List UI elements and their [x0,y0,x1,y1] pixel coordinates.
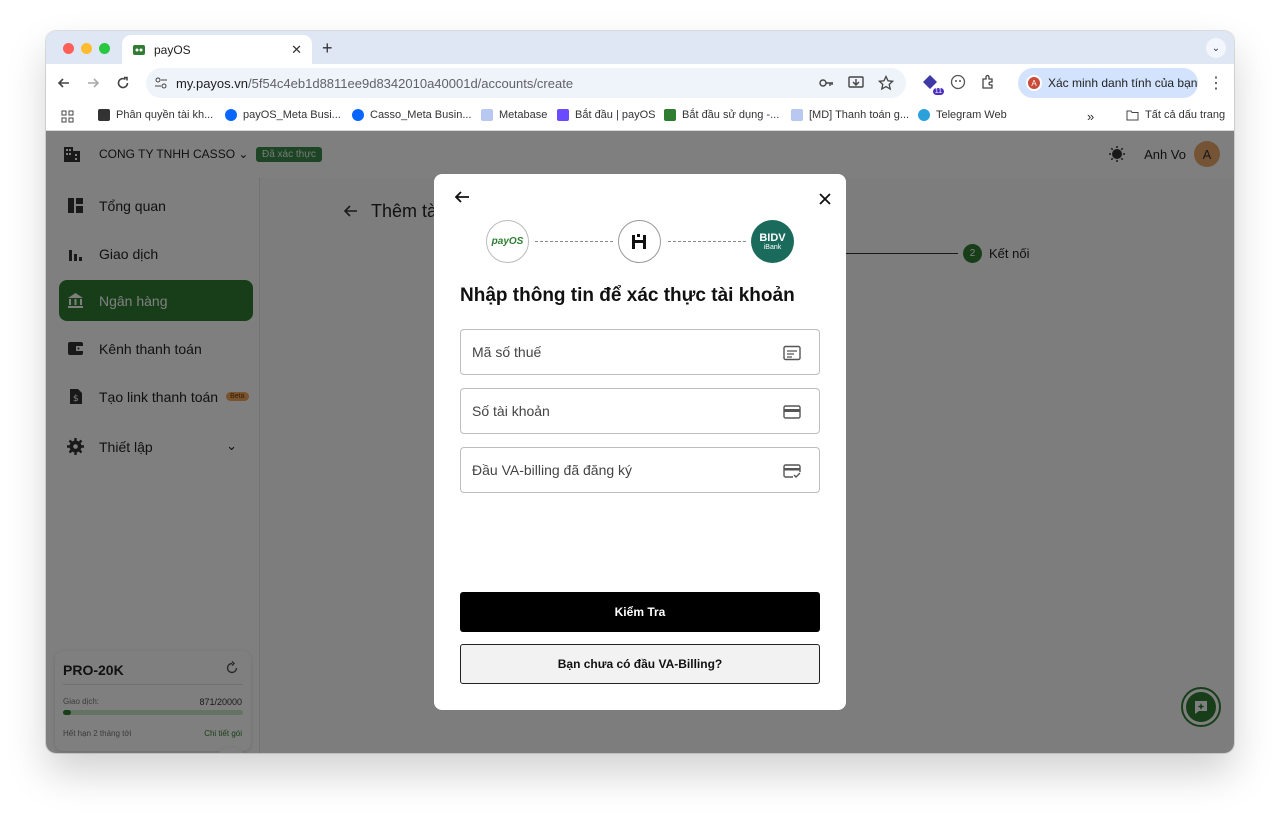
meta-icon [225,109,237,121]
profile-label: Xác minh danh tính của bạn [1048,76,1198,90]
password-key-icon[interactable] [818,75,834,91]
credit-card-icon [783,405,801,419]
all-bookmarks-folder[interactable]: Tất cả dấu trang [1126,109,1225,121]
card-check-icon [783,464,801,478]
purple-square-icon [557,109,569,121]
apps-grid-icon[interactable] [61,110,74,123]
va-billing-placeholder: Đầu VA-billing đã đăng ký [472,462,633,478]
telegram-icon [918,109,930,121]
more-bookmarks-icon[interactable]: » [1087,109,1094,124]
payos-favicon-icon [133,44,145,55]
document-icon [783,345,801,361]
address-bar[interactable]: my.payos.vn/5f54c4eb1d8811ee9d8342010a40… [146,68,906,98]
bookmark-item[interactable]: Bắt đầu sử dụng -... [664,109,779,121]
bookmark-item[interactable]: Telegram Web [918,109,1007,121]
tab-title: payOS [154,42,191,57]
extension-badge: 11 [932,88,944,95]
mail-icon [791,109,803,121]
folder-icon [1126,110,1139,120]
dialog-title: Nhập thông tin để xác thực tài khoản [460,285,795,306]
bookmarks-bar: Phân quyền tài kh... payOS_Meta Busi... … [46,102,1234,131]
connector-line [668,241,746,242]
minimize-window-button[interactable] [81,43,92,54]
intermediary-logo [618,220,661,263]
bookmark-item[interactable]: Casso_Meta Busin... [352,109,472,121]
payos-icon [664,109,676,121]
back-arrow-icon[interactable] [54,73,74,93]
url-text: my.payos.vn/5f54c4eb1d8811ee9d8342010a40… [176,76,573,91]
browser-toolbar: my.payos.vn/5f54c4eb1d8811ee9d8342010a40… [46,64,1234,102]
tab-payos[interactable]: payOS ✕ [122,35,312,64]
url-host: my.payos.vn [176,75,249,91]
bookmark-item[interactable]: Phân quyền tài kh... [98,109,213,121]
payos-logo: payOS [486,220,529,263]
verify-account-dialog: payOS BIDV iBank Nhập thông tin để xác t… [434,174,846,710]
browser-window: payOS ✕ + ⌄ my.payos.vn/5f54c4eb1d8811ee… [46,31,1234,753]
bookmark-item[interactable]: [MD] Thanh toán g... [791,109,909,121]
bidv-logo-text: BIDV [759,231,786,244]
reload-icon[interactable] [113,73,133,93]
close-tab-icon[interactable]: ✕ [291,42,302,58]
install-app-icon[interactable] [848,75,864,91]
browser-menu-icon[interactable]: ⋮ [1208,73,1224,93]
close-window-button[interactable] [63,43,74,54]
tab-strip: payOS ✕ + ⌄ [46,31,1234,64]
profile-avatar-icon: A [1026,75,1042,91]
check-button[interactable]: Kiểm Tra [460,592,820,632]
tax-code-placeholder: Mã số thuế [472,344,542,360]
extension-face-icon[interactable] [948,72,968,92]
tab-search-button[interactable]: ⌄ [1206,38,1226,58]
bidv-logo: BIDV iBank [751,220,794,263]
metabase-icon [481,109,493,121]
meta-icon [352,109,364,121]
app-root: CONG TY TNHH CASSO ⌄ Đã xác thực Anh Vo … [46,131,1234,753]
no-va-billing-button[interactable]: Bạn chưa có đầu VA-Billing? [460,644,820,684]
site-settings-icon[interactable] [154,76,168,90]
bidv-logo-subtext: iBank [763,243,782,251]
va-billing-field[interactable]: Đầu VA-billing đã đăng ký [460,447,820,493]
account-number-placeholder: Số tài khoản [472,403,550,419]
extensions-puzzle-icon[interactable] [978,72,998,92]
bookmark-item[interactable]: Metabase [481,109,547,121]
bookmark-item[interactable]: Bắt đầu | payOS [557,109,656,121]
layers-icon [98,109,110,121]
bookmark-item[interactable]: payOS_Meta Busi... [225,109,341,121]
maximize-window-button[interactable] [99,43,110,54]
profile-button[interactable]: A Xác minh danh tính của bạn [1018,68,1198,98]
forward-arrow-icon[interactable] [83,73,103,93]
url-path: /5f54c4eb1d8811ee9d8342010a40001d/accoun… [248,75,574,91]
h-letter-icon [631,233,646,249]
tax-code-field[interactable]: Mã số thuế [460,329,820,375]
account-number-field[interactable]: Số tài khoản [460,388,820,434]
bookmark-star-icon[interactable] [878,75,894,91]
close-icon[interactable] [818,186,832,212]
extension-icon[interactable]: 11 [920,72,944,95]
back-arrow-icon[interactable] [454,188,470,211]
connector-line [535,241,613,242]
new-tab-button[interactable]: + [322,38,333,59]
